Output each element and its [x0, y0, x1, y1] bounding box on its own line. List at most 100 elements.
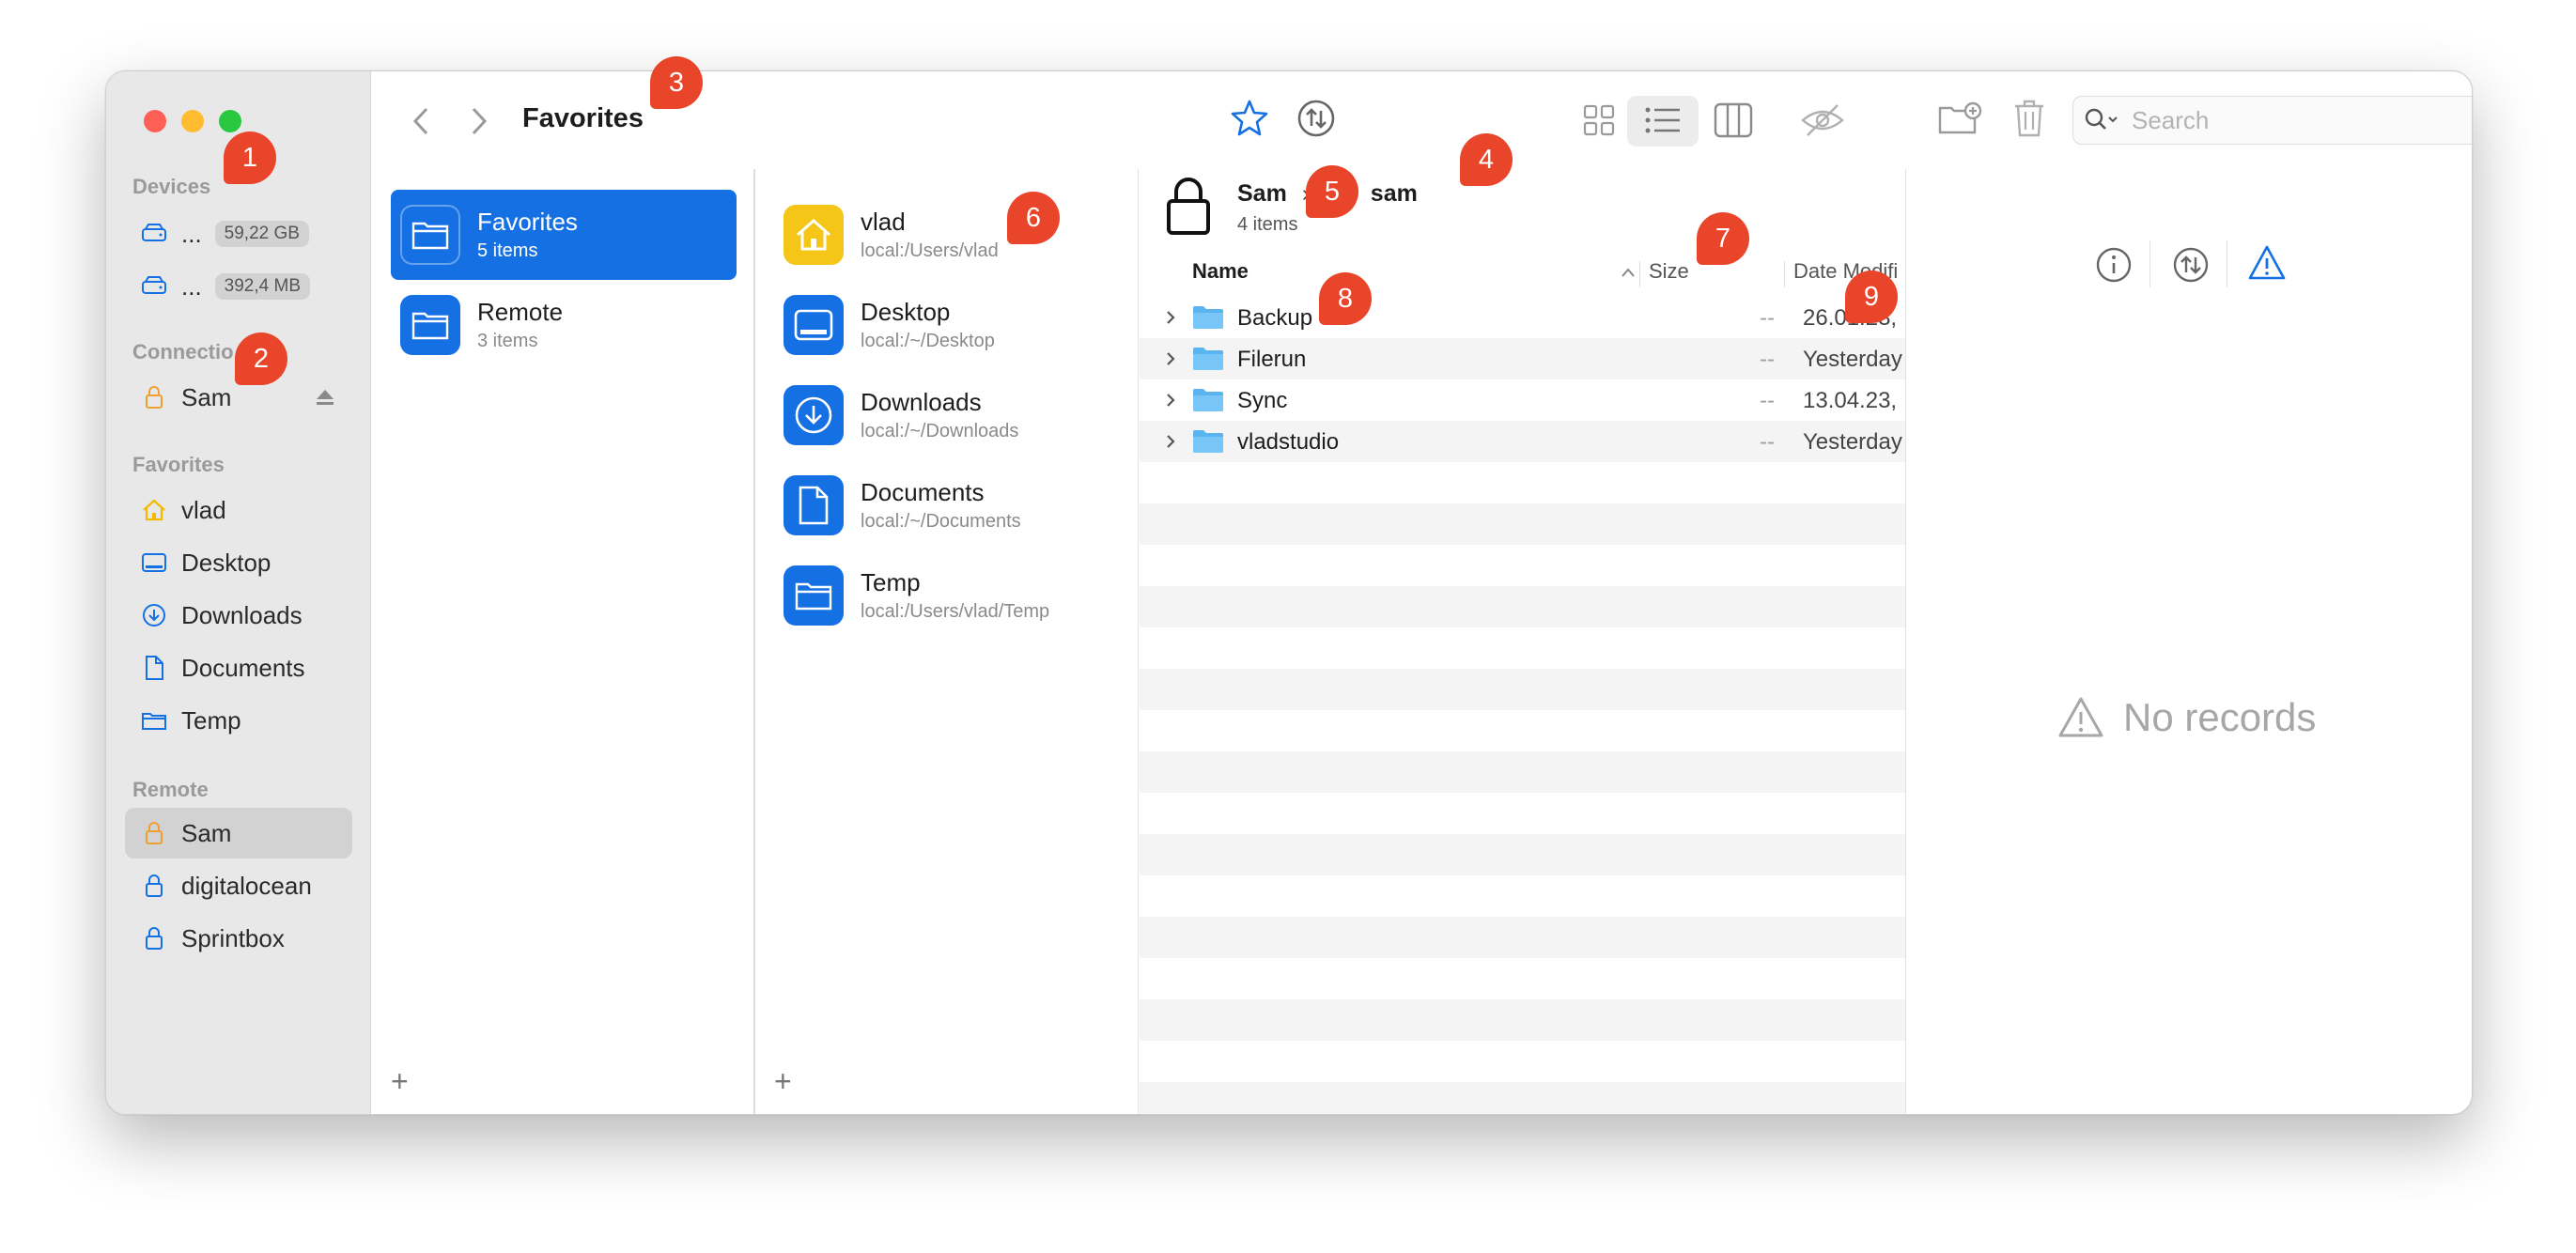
disclosure-icon[interactable]	[1164, 433, 1177, 450]
list-view-icon[interactable]	[1644, 105, 1682, 135]
folder-icon	[784, 565, 844, 626]
document-icon	[146, 656, 163, 680]
item-subtitle: local:/Users/vlad/Temp	[861, 601, 1050, 622]
column-view-icon[interactable]	[1714, 101, 1753, 139]
file-name: Backup	[1237, 305, 1313, 331]
list-item-desktop[interactable]: Desktop local:/~/Desktop	[774, 280, 1120, 370]
hidden-files-icon[interactable]	[1800, 101, 1845, 139]
sidebar-item-device-1[interactable]: ... 59,22 GB	[125, 209, 352, 259]
empty-row	[1140, 999, 1905, 1041]
item-title: vlad	[861, 208, 906, 236]
eject-icon[interactable]	[315, 388, 335, 407]
disclosure-icon[interactable]	[1164, 309, 1177, 326]
item-subtitle: local:/~/Desktop	[861, 331, 995, 351]
drive-icon	[142, 224, 166, 241]
empty-row	[1140, 1041, 1905, 1082]
disclosure-icon[interactable]	[1164, 392, 1177, 409]
list-item-downloads[interactable]: Downloads local:/~/Downloads	[774, 370, 1120, 460]
empty-row	[1140, 917, 1905, 958]
annotation-badge: 5	[1306, 165, 1358, 218]
empty-row	[1140, 834, 1905, 875]
table-row[interactable]: Sync -- 13.04.23,	[1140, 379, 1905, 421]
empty-state: No records	[2057, 695, 2316, 740]
sidebar-item-documents[interactable]: Documents	[125, 642, 352, 693]
item-title: Favorites	[477, 208, 578, 236]
annotation-badge: 8	[1319, 272, 1372, 325]
empty-row	[1140, 669, 1905, 710]
search-input[interactable]	[2132, 105, 2472, 135]
item-title: Remote	[477, 298, 564, 326]
connections-header: Connectio	[132, 340, 234, 364]
empty-row	[1140, 1082, 1905, 1114]
breadcrumb-item[interactable]: sam	[1371, 180, 1418, 208]
sidebar-item-label: vlad	[181, 495, 226, 524]
lock-icon	[146, 822, 163, 844]
home-icon	[143, 499, 165, 521]
sidebar-item-downloads[interactable]: Downloads	[125, 590, 352, 641]
warning-icon[interactable]	[2247, 244, 2287, 282]
lock-icon	[146, 927, 163, 950]
sidebar-item-remote-sam[interactable]: Sam	[125, 808, 352, 859]
folder-icon	[1193, 306, 1223, 329]
column-divider[interactable]	[1784, 261, 1785, 287]
annotation-badge: 3	[650, 56, 703, 109]
sidebar-item-sprintbox[interactable]: Sprintbox	[125, 913, 352, 964]
sidebar-item-desktop[interactable]: Desktop	[125, 537, 352, 588]
column-header-name[interactable]: Name	[1192, 259, 1249, 284]
sidebar-item-digitalocean[interactable]: digitalocean	[125, 860, 352, 911]
item-subtitle: 5 items	[477, 240, 538, 261]
sidebar-item-label: Downloads	[181, 600, 303, 629]
empty-row	[1140, 627, 1905, 669]
folder-icon	[400, 295, 460, 355]
list-item-documents[interactable]: Documents local:/~/Documents	[774, 460, 1120, 550]
devices-header: Devices	[132, 175, 211, 198]
search-field[interactable]	[2072, 96, 2472, 145]
disclosure-icon[interactable]	[1164, 350, 1177, 367]
sidebar-item-label: digitalocean	[181, 871, 312, 900]
list-item-temp[interactable]: Temp local:/Users/vlad/Temp	[774, 550, 1120, 641]
connection-label: Sam	[181, 382, 232, 411]
back-icon[interactable]	[410, 105, 432, 137]
sort-ascending-icon[interactable]	[1621, 267, 1636, 278]
item-subtitle: local:/~/Documents	[861, 511, 1021, 532]
breadcrumb-item[interactable]: Sam	[1237, 180, 1287, 208]
sidebar-item-label: Sam	[181, 818, 232, 847]
download-icon	[784, 385, 844, 445]
sidebar-item-device-2[interactable]: ... 392,4 MB	[125, 261, 352, 312]
list-item-remote[interactable]: Remote 3 items	[391, 280, 737, 370]
trash-icon[interactable]	[2012, 98, 2046, 139]
list-item-favorites[interactable]: Favorites 5 items	[391, 190, 737, 280]
new-folder-icon[interactable]	[1937, 100, 1982, 137]
column-divider[interactable]	[1639, 261, 1640, 287]
column-header-size[interactable]: Size	[1649, 259, 1689, 284]
item-count: 4 items	[1237, 214, 1298, 235]
star-icon[interactable]	[1230, 98, 1269, 137]
annotation-badge: 6	[1007, 192, 1060, 244]
sidebar-item-label: Desktop	[181, 548, 272, 577]
table-row[interactable]: Backup -- 26.01.23,	[1140, 297, 1905, 338]
table-row[interactable]: Filerun -- Yesterday	[1140, 338, 1905, 379]
table-row[interactable]: vladstudio -- Yesterday	[1140, 421, 1905, 462]
grid-view-icon[interactable]	[1582, 103, 1616, 137]
sidebar-item-temp[interactable]: Temp	[125, 695, 352, 746]
transfers-icon[interactable]	[2172, 246, 2210, 284]
file-name: Filerun	[1237, 347, 1307, 372]
empty-row	[1140, 586, 1905, 627]
minimize-button[interactable]	[181, 110, 204, 132]
add-button[interactable]: +	[391, 1064, 409, 1099]
search-icon	[2085, 108, 2118, 130]
forward-icon[interactable]	[468, 105, 490, 137]
empty-state-text: No records	[2123, 695, 2317, 739]
sync-icon[interactable]	[1296, 98, 1337, 139]
file-name: vladstudio	[1237, 429, 1340, 455]
add-button[interactable]: +	[774, 1064, 792, 1099]
zoom-button[interactable]	[219, 110, 241, 132]
page-title: Favorites	[522, 103, 644, 133]
annotation-badge: 2	[235, 333, 287, 385]
sidebar-item-label: Sprintbox	[181, 923, 285, 952]
info-icon[interactable]	[2095, 246, 2133, 284]
sidebar-item-vlad[interactable]: vlad	[125, 485, 352, 535]
close-button[interactable]	[144, 110, 166, 132]
empty-row	[1140, 462, 1905, 503]
list-item-vlad[interactable]: vlad local:/Users/vlad	[774, 190, 1120, 280]
